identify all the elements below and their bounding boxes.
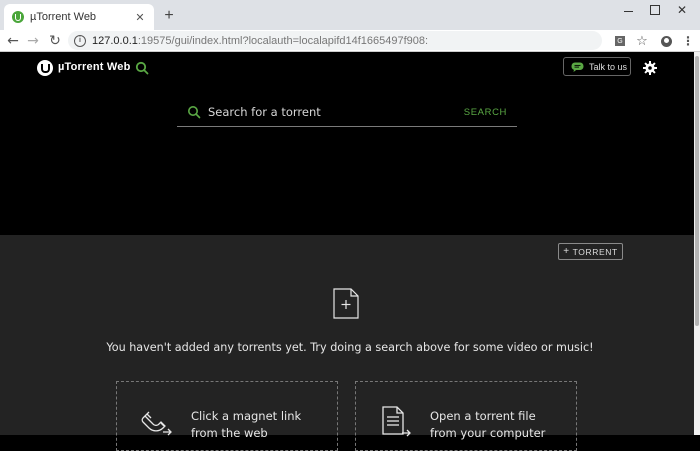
address-bar[interactable]: i 127.0.0.1:19575/gui/index.html?localau… <box>68 31 602 50</box>
site-info-icon[interactable]: i <box>74 34 86 47</box>
empty-state-message: You haven't added any torrents yet. Try … <box>106 341 594 354</box>
app-header: µTorrent Web Talk to us Search for a tor… <box>0 52 700 235</box>
reload-icon[interactable]: ↻ <box>46 32 64 50</box>
tab-title: µTorrent Web <box>30 11 97 23</box>
back-icon[interactable]: ← <box>4 32 22 50</box>
chat-icon <box>571 62 584 72</box>
scrollbar-thumb[interactable] <box>695 56 699 326</box>
torrent-search-bar: SEARCH <box>177 98 517 127</box>
logo-text: µTorrent Web <box>58 61 131 73</box>
browser-toolbar: ← → ↻ i 127.0.0.1:19575/gui/index.html?l… <box>0 30 700 52</box>
account-icon[interactable] <box>658 33 674 49</box>
translate-icon[interactable]: G <box>612 33 628 49</box>
file-plus-icon <box>333 288 359 319</box>
new-tab-button[interactable]: + <box>160 7 178 25</box>
talk-to-us-label: Talk to us <box>589 61 628 72</box>
browser-tab-strip: µTorrent Web ✕ + ✕ <box>0 0 700 30</box>
magnet-icon <box>141 411 172 436</box>
url-text[interactable]: 127.0.0.1:19575/gui/index.html?localauth… <box>92 35 428 47</box>
utorrent-favicon-icon <box>12 11 24 23</box>
browser-tab[interactable]: µTorrent Web ✕ <box>4 4 154 30</box>
plus-icon: + <box>563 246 570 257</box>
window-minimize-button[interactable] <box>618 3 638 17</box>
open-torrent-file-card[interactable]: Open a torrent file from your computer <box>355 381 577 451</box>
add-torrent-button[interactable]: + TORRENT <box>558 243 623 260</box>
browser-menu-icon[interactable]: ⋮ <box>680 33 696 49</box>
magnet-link-card[interactable]: Click a magnet link from the web <box>116 381 338 451</box>
document-icon <box>382 406 411 437</box>
search-icon[interactable] <box>135 61 149 75</box>
torrent-list-area: + TORRENT You haven't added any torrents… <box>0 235 700 451</box>
search-button[interactable]: SEARCH <box>464 107 507 118</box>
window-maximize-button[interactable] <box>645 3 665 17</box>
bookmark-star-icon[interactable]: ☆ <box>634 33 650 49</box>
talk-to-us-button[interactable]: Talk to us <box>563 57 631 76</box>
page-scrollbar[interactable] <box>694 52 700 435</box>
file-card-text: Open a torrent file from your computer <box>430 409 546 440</box>
magnet-card-text: Click a magnet link from the web <box>191 409 302 440</box>
add-torrent-label: TORRENT <box>572 246 618 257</box>
window-close-button[interactable]: ✕ <box>672 3 692 17</box>
search-icon <box>188 106 201 119</box>
search-input[interactable] <box>208 105 448 119</box>
utorrent-logo-icon <box>37 60 53 76</box>
forward-icon[interactable]: → <box>24 32 42 50</box>
tab-close-icon[interactable]: ✕ <box>132 9 148 25</box>
gear-icon[interactable] <box>643 61 657 75</box>
